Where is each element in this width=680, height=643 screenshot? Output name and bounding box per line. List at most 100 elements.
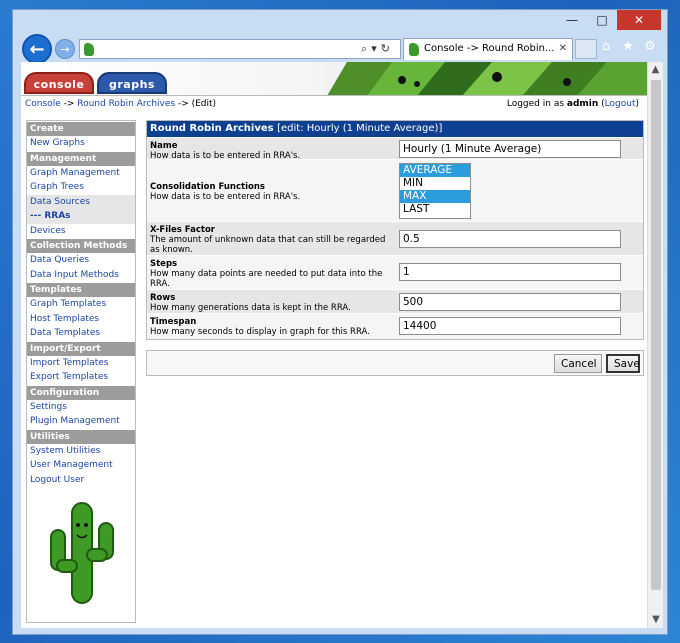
rows-input[interactable] [399, 293, 621, 311]
steps-input[interactable] [399, 263, 621, 281]
sidebar-item-settings[interactable]: Settings [27, 400, 135, 415]
sidebar-section-templates: Templates [27, 283, 135, 297]
panel-title-text: Round Robin Archives [150, 123, 274, 134]
steps-label-block: Steps How many data points are needed to… [150, 259, 390, 289]
sidebar-item-graph-templates[interactable]: Graph Templates [27, 297, 135, 312]
breadcrumb-bar: Console -> Round Robin Archives -> (Edit… [21, 97, 647, 111]
login-paren-close: ) [635, 99, 639, 109]
xff-description: The amount of unknown data that can stil… [150, 235, 386, 255]
sidebar-item-export-templates[interactable]: Export Templates [27, 370, 135, 385]
search-icon[interactable]: ⌕ [361, 42, 371, 55]
cf-option-min[interactable]: MIN [400, 177, 470, 190]
cancel-button[interactable]: Cancel [554, 354, 602, 373]
sidebar-item-plugin-management[interactable]: Plugin Management [27, 414, 135, 429]
sidebar-section-import-export: Import/Export [27, 341, 135, 356]
tab-close-icon[interactable]: ✕ [559, 43, 567, 54]
sidebar-section-create: Create [27, 122, 135, 136]
browser-toolbar-icons: ⌂ ★ ⚙ [599, 40, 657, 54]
cf-option-last[interactable]: LAST [400, 203, 470, 216]
sidebar-item-import-templates[interactable]: Import Templates [27, 356, 135, 371]
sidebar-section-collection-methods: Collection Methods [27, 239, 135, 253]
console-tab[interactable]: console [24, 72, 94, 94]
sidebar-section-configuration: Configuration [27, 385, 135, 400]
save-button[interactable]: Save [606, 354, 640, 373]
sidebar-item-new-graphs[interactable]: New Graphs [27, 136, 135, 151]
sidebar-item-data-input-methods[interactable]: Data Input Methods [27, 268, 135, 283]
scroll-down-icon[interactable]: ▼ [648, 612, 663, 628]
sidebar-item-devices[interactable]: Devices [27, 224, 135, 239]
cf-option-average[interactable]: AVERAGE [400, 164, 470, 177]
tab-title: Console -> Round Robin... [424, 43, 555, 54]
close-window-icon[interactable]: ✕ [617, 10, 661, 30]
arrow-left-icon: ← [29, 38, 45, 60]
cf-option-max[interactable]: MAX [400, 190, 470, 203]
sidebar-item-data-queries[interactable]: Data Queries [27, 253, 135, 268]
tab-favicon-icon [409, 43, 419, 56]
timespan-input[interactable] [399, 317, 621, 335]
timespan-label-block: Timespan How many seconds to display in … [150, 317, 390, 337]
rra-edit-panel: Round Robin Archives [edit: Hourly (1 Mi… [146, 120, 644, 340]
settings-gear-icon[interactable]: ⚙ [643, 40, 657, 54]
sidebar-item-data-sources[interactable]: Data Sources [27, 194, 135, 209]
cf-label-block: Consolidation Functions How data is to b… [150, 182, 390, 202]
cactus-banner-art [327, 62, 647, 95]
graphs-tab[interactable]: graphs [97, 72, 167, 94]
sidebar-item-logout-user[interactable]: Logout User [27, 473, 135, 488]
cactus-logo-icon [50, 502, 114, 604]
xff-label: X-Files Factor [150, 225, 215, 235]
sidebar-item-system-utilities[interactable]: System Utilities [27, 444, 135, 459]
sidebar-menu: Create New Graphs Management Graph Manag… [26, 120, 136, 623]
xff-label-block: X-Files Factor The amount of unknown dat… [150, 225, 390, 255]
favorites-star-icon[interactable]: ★ [621, 40, 635, 54]
main-content: Round Robin Archives [edit: Hourly (1 Mi… [146, 120, 644, 376]
new-tab-button[interactable] [575, 39, 597, 59]
breadcrumb-separator: -> [175, 99, 192, 109]
breadcrumb-console-link[interactable]: Console [25, 99, 61, 109]
address-bar[interactable]: ⌕▾↻ [79, 39, 401, 59]
timespan-label: Timespan [150, 317, 197, 327]
name-input[interactable] [399, 140, 621, 158]
sidebar-section-utilities: Utilities [27, 429, 135, 444]
row-name: Name How data is to be entered in RRA's. [147, 137, 643, 161]
refresh-icon[interactable]: ↻ [381, 42, 394, 55]
minimize-icon[interactable]: — [557, 10, 587, 30]
steps-label: Steps [150, 259, 178, 269]
form-actions: Cancel Save [146, 350, 644, 376]
row-xff: X-Files Factor The amount of unknown dat… [147, 221, 643, 255]
site-favicon-icon [84, 43, 94, 56]
timespan-description: How many seconds to display in graph for… [150, 327, 370, 337]
browser-window: — □ ✕ ← → ⌕▾↻ Console -> Round Robin... … [12, 9, 668, 635]
rows-label: Rows [150, 293, 176, 303]
steps-description: How many data points are needed to put d… [150, 269, 383, 289]
back-button[interactable]: ← [22, 34, 52, 64]
breadcrumb-separator: -> [60, 99, 78, 109]
rows-label-block: Rows How many generations data is kept i… [150, 293, 390, 313]
consolidation-listbox[interactable]: AVERAGE MIN MAX LAST [399, 163, 471, 219]
sidebar-item-rras[interactable]: --- RRAs [27, 209, 135, 224]
login-prefix: Logged in as [506, 99, 567, 109]
browser-tab[interactable]: Console -> Round Robin... ✕ [403, 38, 573, 60]
sidebar-item-graph-trees[interactable]: Graph Trees [27, 180, 135, 195]
sidebar-item-graph-management[interactable]: Graph Management [27, 166, 135, 181]
xff-input[interactable] [399, 230, 621, 248]
breadcrumb-rra-link[interactable]: Round Robin Archives [77, 99, 175, 109]
arrow-right-icon: → [60, 42, 70, 56]
window-controls: — □ ✕ [557, 10, 661, 32]
login-status: Logged in as admin (Logout) [507, 99, 639, 109]
sidebar-item-host-templates[interactable]: Host Templates [27, 312, 135, 327]
dropdown-icon[interactable]: ▾ [371, 42, 381, 55]
page-viewport: console graphs Console -> Round Robin Ar… [21, 62, 663, 628]
maximize-icon[interactable]: □ [587, 10, 617, 30]
vertical-scrollbar[interactable]: ▲ ▼ [647, 62, 663, 628]
sidebar-item-user-management[interactable]: User Management [27, 458, 135, 473]
logout-link[interactable]: Logout [605, 99, 636, 109]
scroll-thumb[interactable] [651, 80, 661, 590]
forward-button[interactable]: → [55, 39, 75, 59]
home-icon[interactable]: ⌂ [599, 40, 613, 54]
rows-description: How many generations data is kept in the… [150, 303, 351, 313]
scroll-up-icon[interactable]: ▲ [648, 62, 663, 78]
sidebar-item-data-templates[interactable]: Data Templates [27, 326, 135, 341]
row-steps: Steps How many data points are needed to… [147, 255, 643, 289]
name-label-block: Name How data is to be entered in RRA's. [150, 141, 390, 161]
panel-subtitle: [edit: Hourly (1 Minute Average)] [277, 123, 443, 134]
